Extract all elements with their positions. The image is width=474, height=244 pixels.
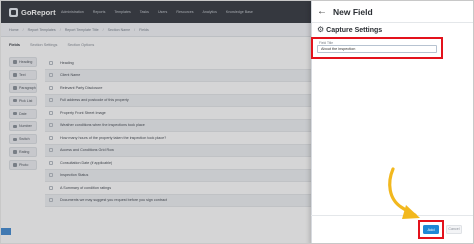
add-button[interactable]: Add [423, 225, 439, 234]
modal-backdrop[interactable] [1, 1, 311, 243]
field-title-input[interactable] [317, 45, 437, 53]
app-window: GoReport Administration Reports Template… [0, 0, 474, 244]
panel-header: ← New Field [312, 1, 473, 23]
cancel-button[interactable]: Cancel [446, 225, 462, 234]
panel-title: New Field [333, 6, 373, 17]
arrow-left-icon[interactable]: ← [317, 6, 327, 17]
capture-settings-heading: ⚙ Capture Settings [317, 26, 382, 34]
capture-settings-title: Capture Settings [326, 26, 383, 34]
gear-icon: ⚙ [317, 25, 325, 34]
